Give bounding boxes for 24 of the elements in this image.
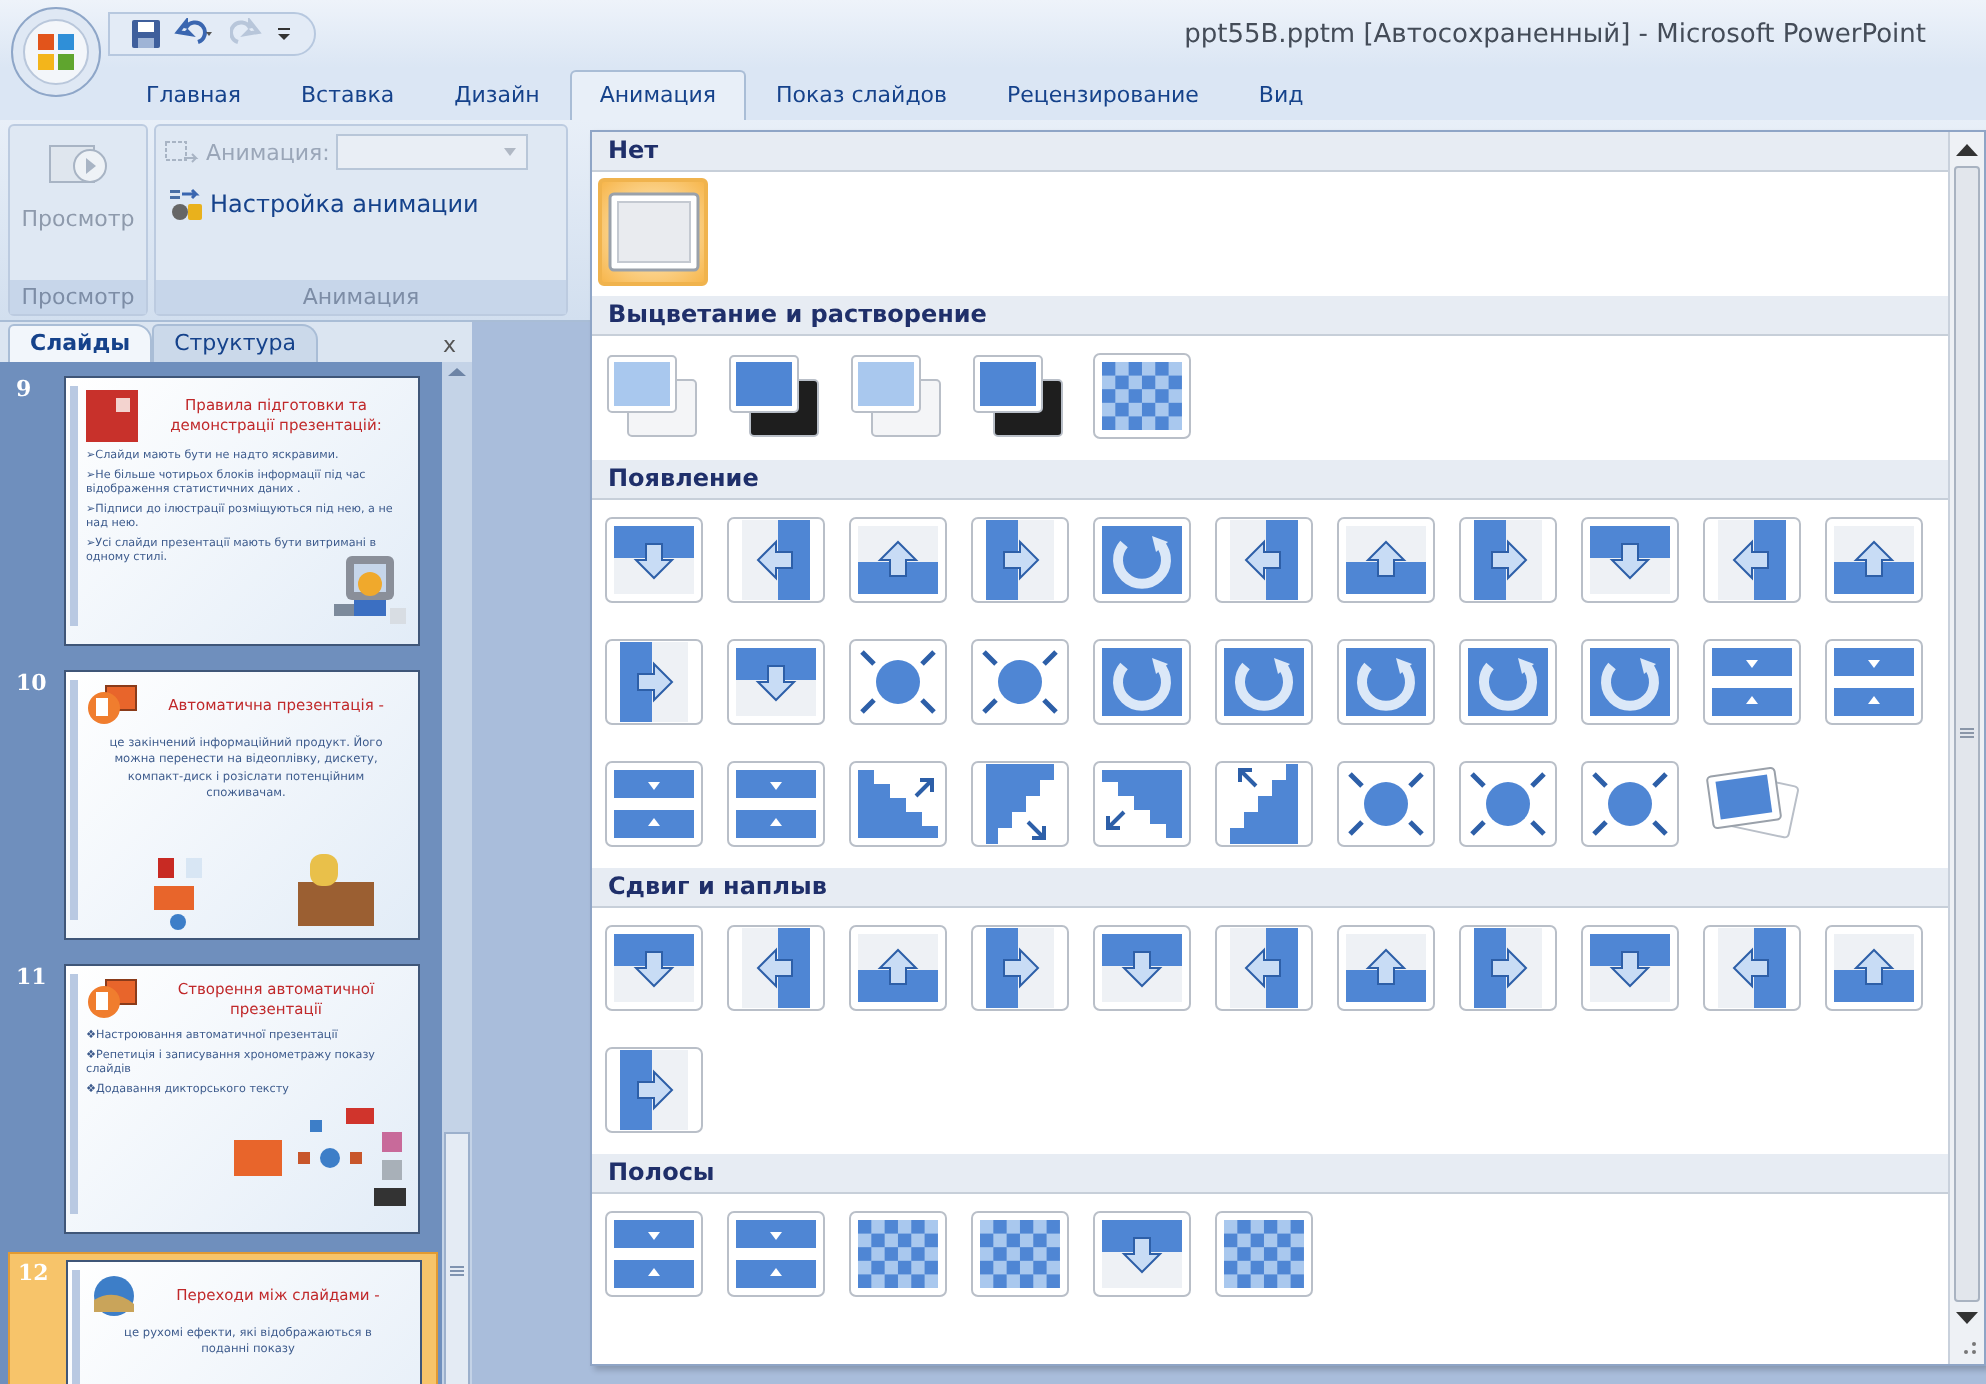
ribbon-tab[interactable]: Дизайн — [424, 70, 570, 120]
slide-number: 10 — [16, 670, 49, 700]
ribbon-tab[interactable]: Вид — [1228, 70, 1334, 120]
slide-number: 11 — [16, 964, 49, 994]
section-header: Выцветание и растворение — [592, 296, 1948, 336]
close-button[interactable]: x — [434, 326, 464, 362]
custom-animation-button[interactable]: Настройка анимации — [164, 182, 558, 226]
ribbon-tab[interactable]: Показ слайдов — [746, 70, 978, 120]
ribbon-tab[interactable]: Рецензирование — [977, 70, 1229, 120]
group-label: Просмотр — [10, 280, 146, 314]
section-header: Сдвиг и наплыв — [592, 868, 1948, 908]
animation-label: Анимация: — [206, 139, 330, 165]
pane-tab[interactable]: Структура — [152, 324, 318, 362]
ribbon-tab[interactable]: Главная — [116, 70, 272, 120]
ribbon-tab[interactable]: Вставка — [271, 70, 425, 120]
slide-number: 9 — [16, 376, 34, 406]
section-header: Полосы — [592, 1154, 1948, 1194]
group-label: Анимация — [156, 280, 566, 314]
ribbon-tab[interactable]: Анимация — [569, 70, 746, 120]
slide-number: 12 — [18, 1260, 51, 1290]
pane-tab[interactable]: Слайды — [8, 324, 153, 362]
section-header: Нет — [592, 132, 1948, 172]
section-header: Появление — [592, 460, 1948, 500]
window-title: ppt55B.pptm [Автосохраненный] - Microsoft PowerPoint — [1184, 19, 1926, 49]
